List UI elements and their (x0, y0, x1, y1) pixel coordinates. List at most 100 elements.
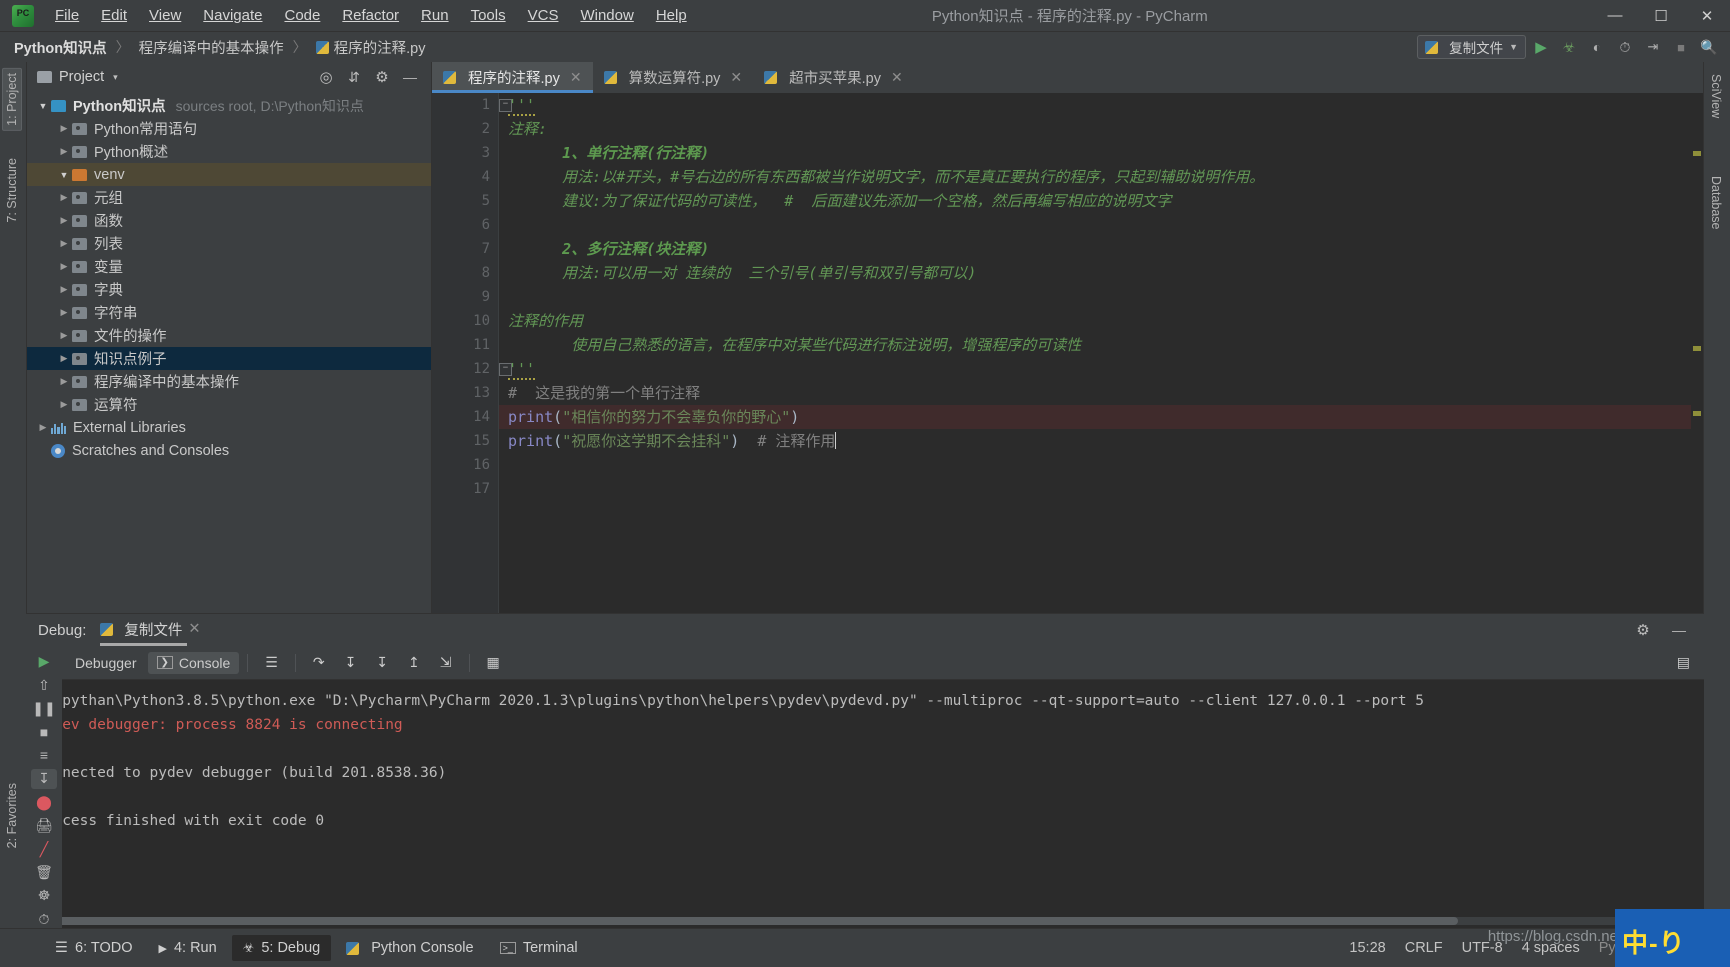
tree-item[interactable]: ▶ 知识点例子 (27, 347, 431, 370)
chevron-right-icon[interactable]: ▶ (56, 238, 72, 249)
gutter-line-number[interactable]: 10 (432, 309, 498, 333)
code-line[interactable]: 注释: (508, 117, 1703, 141)
run-configuration-selector[interactable]: 复制文件 ▼ (1417, 35, 1526, 59)
tree-item[interactable]: ▶ External Libraries (27, 416, 431, 439)
code-line[interactable]: 建议:为了保证代码的可读性， # 后面建议先添加一个空格，然后再编写相应的说明文… (508, 189, 1703, 213)
chevron-right-icon[interactable]: ▶ (56, 284, 72, 295)
view-breakpoints-button[interactable]: ≡ (31, 746, 57, 765)
tab-run[interactable]: ▶ 4: Run (147, 935, 227, 961)
force-step-into-button[interactable]: ↧ (367, 651, 397, 674)
search-button[interactable]: 🔍 (1696, 34, 1722, 60)
code-line[interactable]: 用法:以#开头，#号右边的所有东西都被当作说明文字，而不是真正要执行的程序，只起… (508, 165, 1703, 189)
code-line[interactable]: ''' (508, 357, 1703, 381)
code-line[interactable]: print("相信你的努力不会辜负你的野心") (498, 405, 1703, 429)
menu-tools[interactable]: Tools (460, 3, 517, 28)
tab-console[interactable]: ❯ Console (147, 651, 240, 674)
tab-debug[interactable]: ☣ 5: Debug (231, 935, 332, 961)
menu-edit[interactable]: Edit (90, 3, 138, 28)
gutter-line-number[interactable]: 14 (432, 405, 521, 429)
debug-button[interactable]: ☣ (1556, 34, 1582, 60)
tree-item[interactable]: ▶ 程序编译中的基本操作 (27, 370, 431, 393)
tree-item[interactable]: ▶ Python概述 (27, 140, 431, 163)
sidebar-item-sciview[interactable]: SciView (1707, 70, 1725, 122)
step-out-button[interactable]: ↥ (399, 651, 429, 674)
locate-file-button[interactable] (313, 64, 339, 90)
hide-panel-button[interactable] (397, 64, 423, 90)
tab-debugger[interactable]: Debugger (66, 652, 146, 674)
tree-item[interactable]: Scratches and Consoles (27, 439, 431, 462)
history-button[interactable]: ⏱ (31, 910, 57, 929)
stop-button[interactable]: ■ (31, 722, 57, 741)
layout-settings-button[interactable]: ▤ (1668, 651, 1704, 674)
gutter-line-number[interactable]: 6 (432, 213, 498, 237)
gutter-line-number[interactable]: 1− (432, 93, 512, 117)
close-tab-icon[interactable]: ✕ (570, 69, 582, 86)
scroll-to-end-button[interactable]: ↧ (31, 769, 57, 789)
chevron-right-icon[interactable]: ▶ (56, 146, 72, 157)
step-into-button[interactable]: ↧ (336, 651, 366, 674)
close-tab-icon[interactable]: ✕ (730, 69, 742, 86)
stop-button[interactable]: ■ (1668, 34, 1694, 60)
chevron-right-icon[interactable]: ▶ (56, 376, 72, 387)
step-over-button[interactable]: ↷ (304, 651, 334, 674)
gutter-line-number[interactable]: 2 (432, 117, 498, 141)
chevron-right-icon[interactable]: ▶ (56, 330, 72, 341)
menu-run[interactable]: Run (410, 3, 460, 28)
editor-tab-2[interactable]: 算数运算符.py ✕ (593, 62, 754, 93)
tree-item[interactable]: ▶ 元组 (27, 186, 431, 209)
code-line[interactable] (508, 213, 1703, 237)
gutter-line-number[interactable]: 11 (432, 333, 498, 357)
chevron-down-icon[interactable]: ▼ (56, 170, 72, 180)
chevron-down-icon[interactable]: ▾ (113, 72, 118, 83)
tree-item[interactable]: ▶ 变量 (27, 255, 431, 278)
project-settings-button[interactable] (369, 64, 395, 90)
breadcrumb-item-file[interactable]: 程序的注释.py (315, 37, 425, 58)
code-line[interactable]: 2、多行注释(块注释) (508, 237, 1703, 261)
attach-button[interactable]: ⇥ (1640, 34, 1666, 60)
pause-button[interactable]: ❚❚ (31, 699, 57, 718)
tree-item[interactable]: ▼ venv (27, 163, 431, 186)
sidebar-item-database[interactable]: Database (1707, 172, 1725, 234)
profile-button[interactable]: ⏱ (1612, 34, 1638, 60)
close-button[interactable]: ✕ (1684, 0, 1730, 31)
console-horizontal-scrollbar[interactable] (36, 917, 1690, 925)
gutter-line-number[interactable]: 8 (432, 261, 498, 285)
tree-item[interactable]: ▶ 字典 (27, 278, 431, 301)
evaluate-expression-button[interactable]: ▦ (478, 651, 509, 674)
rerun-button[interactable]: ▶ (31, 652, 57, 671)
breadcrumb-item-folder[interactable]: 程序编译中的基本操作 (139, 37, 284, 58)
code-line[interactable]: # 这是我的第一个单行注释 (508, 381, 1703, 405)
mute-breakpoints-button[interactable]: ⬤ (31, 793, 57, 812)
soft-wrap-button[interactable]: ☰ (256, 651, 287, 674)
code-line[interactable] (508, 453, 1703, 477)
gutter-line-number[interactable]: 15 (432, 429, 498, 453)
code-line[interactable]: 使用自己熟悉的语言，在程序中对某些代码进行标注说明，增强程序的可读性 (508, 333, 1703, 357)
tree-item[interactable]: ▶ 字符串 (27, 301, 431, 324)
coverage-button[interactable]: ◐ (1584, 34, 1610, 60)
code-line[interactable]: 1、单行注释(行注释) (508, 141, 1703, 165)
debug-console[interactable]: D:\pythan\Python3.8.5\python.exe "D:\Pyc… (26, 680, 1704, 929)
menu-navigate[interactable]: Navigate (192, 3, 273, 28)
status-encoding[interactable]: UTF-8 (1462, 940, 1503, 956)
tree-item[interactable]: ▶ 列表 (27, 232, 431, 255)
menu-file[interactable]: File (44, 3, 90, 28)
menu-refactor[interactable]: Refactor (331, 3, 410, 28)
gutter-line-number[interactable]: 3 (432, 141, 498, 165)
chevron-right-icon[interactable]: ▶ (56, 192, 72, 203)
code-line[interactable]: ''' (508, 93, 1703, 117)
code-line[interactable]: 注释的作用 (508, 309, 1703, 333)
debug-hide-button[interactable] (1666, 617, 1692, 643)
code-line[interactable] (508, 477, 1703, 501)
clear-button[interactable]: ╱ (31, 839, 57, 858)
status-line-ending[interactable]: CRLF (1405, 940, 1443, 956)
close-session-icon[interactable]: ✕ (188, 621, 200, 637)
menu-code[interactable]: Code (273, 3, 331, 28)
gutter-line-number[interactable]: 9 (432, 285, 498, 309)
editor-tab-1[interactable]: 程序的注释.py ✕ (432, 62, 593, 93)
tab-todo[interactable]: ☰ 6: TODO (44, 935, 143, 961)
run-button[interactable] (1528, 34, 1554, 60)
camera-button[interactable]: ☸ (31, 886, 57, 905)
run-to-cursor-button[interactable]: ⇲ (431, 651, 461, 674)
code-line[interactable] (508, 285, 1703, 309)
print-button[interactable]: 🖨 (31, 816, 57, 835)
